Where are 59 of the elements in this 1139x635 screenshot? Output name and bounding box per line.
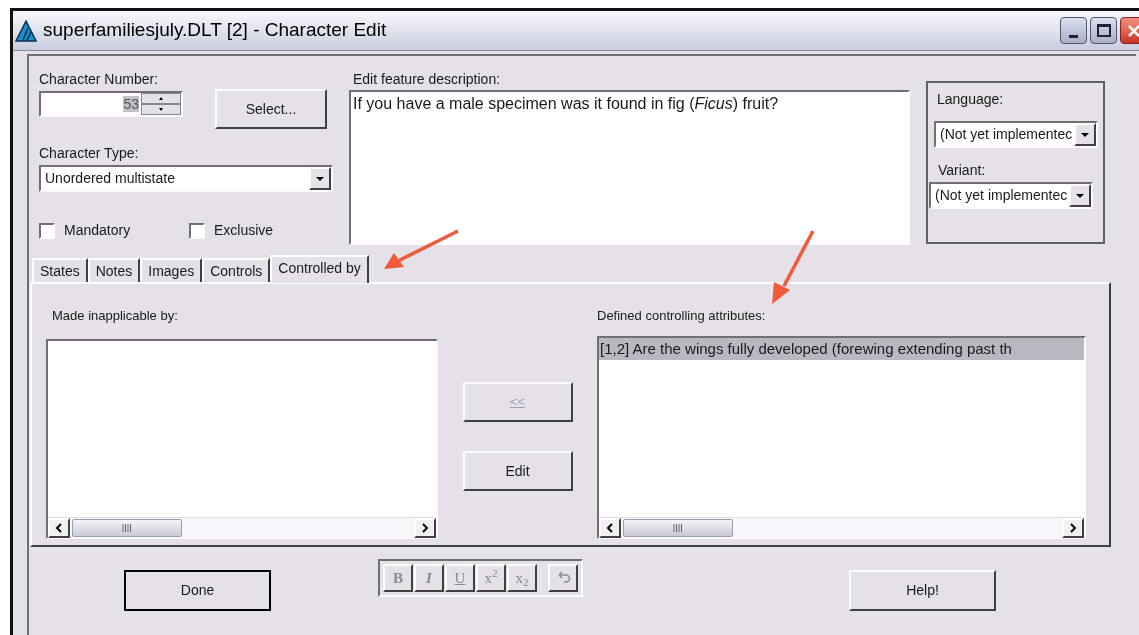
checkbox-label: Exclusive [214,221,274,240]
dropdown-button[interactable] [1074,123,1096,146]
scroll-thumb[interactable] [72,518,182,537]
checkbox[interactable] [39,222,55,239]
field-label: Defined controlling attributes: [597,307,767,325]
up-arrow-icon [159,97,163,100]
grip-icon [673,523,683,532]
list-box[interactable]: [1,2] Are the wings fully developed (forewing extending past th [597,336,1086,539]
list-item[interactable]: [1,2] Are the wings fully developed (forewing extending past th [599,338,1084,360]
dropdown-button[interactable] [1069,184,1091,207]
scroll-left-button[interactable] [48,517,70,538]
caret-icon [315,175,325,182]
window-title: superfamiliesjuly.DLT [2] - Character Edit [43,18,387,43]
checkbox[interactable] [189,222,205,239]
caret-icon [1080,131,1090,138]
tab[interactable]: Images [140,258,203,282]
number-spinner[interactable]: 53 [39,91,183,117]
app-logo-icon [15,19,37,42]
dropdown-value: Unordered multistate [44,169,176,188]
select-button[interactable]: Select... [215,89,327,129]
horizontal-scrollbar[interactable] [599,517,1084,537]
tab[interactable]: Controlled by [270,255,369,283]
dropdown-value: (Not yet implementec [939,125,1074,144]
maximize-button[interactable] [1090,17,1117,44]
tab[interactable]: Notes [87,258,141,282]
field-label: Made inapplicable by: [52,307,179,325]
field-label: Language: [936,90,1005,109]
edit-button[interactable]: Edit [462,451,573,491]
variant-dropdown[interactable]: (Not yet implementec [929,182,1093,209]
done-button[interactable]: Done [124,570,271,611]
scroll-right-button[interactable] [1062,517,1084,538]
dropdown-value: (Not yet implementec [934,186,1069,205]
minimize-button[interactable] [1060,17,1087,44]
scroll-left-button[interactable] [599,517,621,538]
field-label: Character Number: [39,70,160,89]
character-type-dropdown[interactable]: Unordered multistate [39,165,333,192]
dropdown-button[interactable] [309,167,331,190]
close-icon [1126,23,1139,38]
scroll-right-button[interactable] [414,517,436,538]
tab[interactable]: Controls [202,258,271,282]
field-label: Variant: [937,161,987,180]
horizontal-scrollbar[interactable] [48,517,436,537]
down-arrow-icon [159,108,163,111]
spinner-value: 53 [122,95,140,114]
undo-icon [555,572,571,584]
spin-down-button[interactable] [141,104,181,115]
scroll-thumb[interactable] [623,518,733,537]
close-button[interactable] [1120,17,1139,44]
checkbox-label: Mandatory [64,221,131,240]
field-label: Character Type: [39,144,140,163]
grip-icon [122,523,132,532]
tab[interactable]: States [32,258,88,282]
language-dropdown[interactable]: (Not yet implementec [934,121,1098,148]
help-button[interactable]: Help! [849,570,996,611]
caret-icon [1075,192,1085,199]
spin-up-button[interactable] [141,93,181,104]
description-text-area[interactable]: If you have a male specimen was it found in fig (Ficus) fruit? [349,90,910,245]
field-label: Edit feature description: [353,70,502,89]
description-text: If you have a male specimen was it found in fig (Ficus) fruit? [353,95,779,112]
